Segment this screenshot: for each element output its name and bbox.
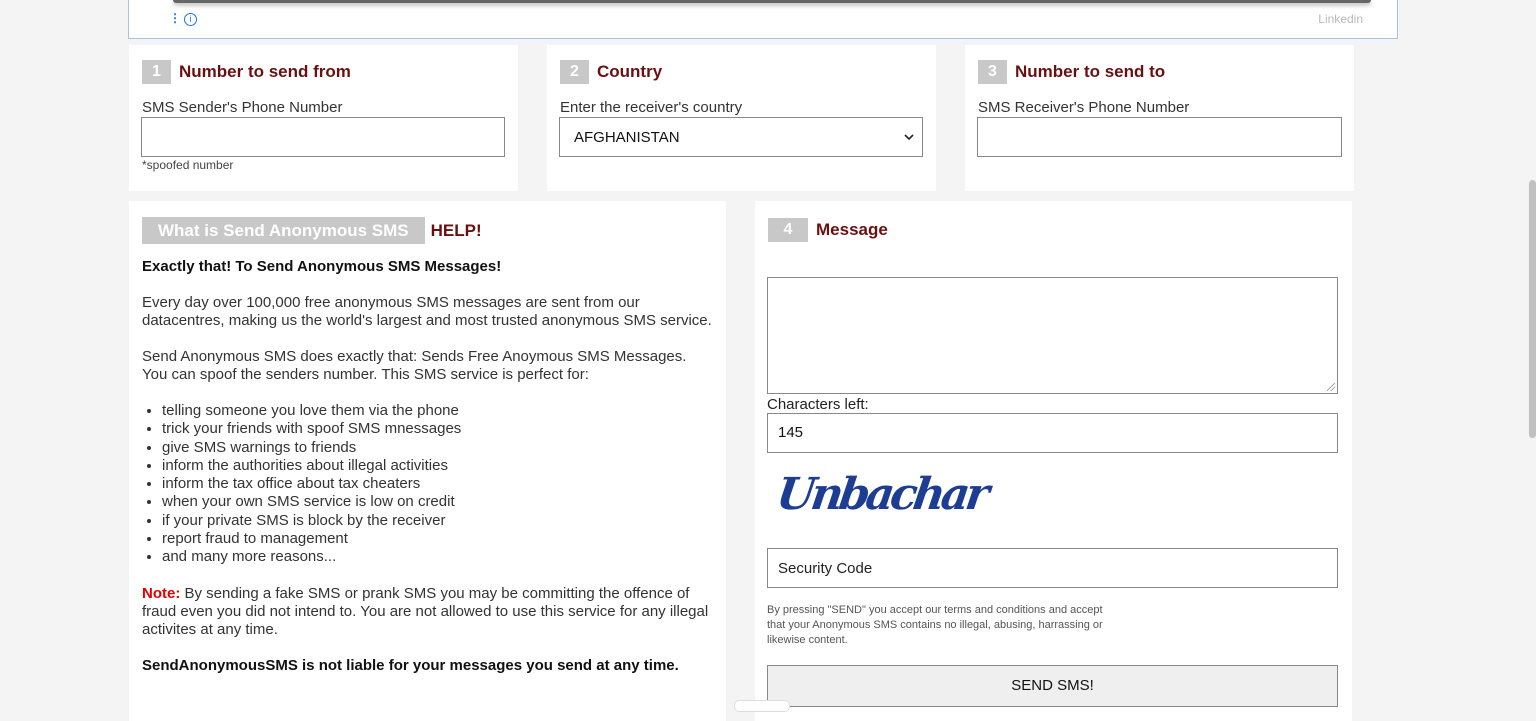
note-text: By sending a fake SMS or prank SMS you m… <box>142 584 709 638</box>
ad-linkedin-link[interactable]: Linkedin <box>1318 12 1363 26</box>
ad-shadow <box>173 0 1371 3</box>
info-heading: Exactly that! To Send Anonymous SMS Mess… <box>142 258 502 275</box>
step-2-title: Country <box>597 62 663 81</box>
send-sms-button[interactable]: SEND SMS! <box>767 665 1338 707</box>
spoofed-note: *spoofed number <box>142 158 234 172</box>
info-card: What is Send Anonymous SMS HELP! Exactly… <box>129 201 726 721</box>
note-label: Note: <box>142 584 181 602</box>
list-item: and many more reasons... <box>162 548 712 566</box>
security-code-input[interactable] <box>767 548 1338 588</box>
step-1-title: Number to send from <box>179 62 351 81</box>
receiver-card: 3 Number to send to SMS Receiver's Phone… <box>965 45 1354 191</box>
step-3-title: Number to send to <box>1015 62 1166 81</box>
country-label: Enter the receiver's country <box>560 99 743 116</box>
fraud-note: Note: By sending a fake SMS or prank SMS… <box>142 585 712 639</box>
help-link[interactable]: HELP! <box>431 221 482 241</box>
sender-label: SMS Sender's Phone Number <box>142 99 343 116</box>
sender-card: 1 Number to send from SMS Sender's Phone… <box>129 45 518 191</box>
list-item: trick your friends with spoof SMS mnessa… <box>162 420 712 438</box>
ad-choices[interactable]: ⋮ i <box>169 11 197 26</box>
captcha-image: Unbachar <box>773 469 989 520</box>
step-1-badge: 1 <box>142 60 171 84</box>
list-item: when your own SMS service is low on cred… <box>162 493 712 511</box>
step-4-title: Message <box>816 220 888 239</box>
chars-left-label: Characters left: <box>767 396 869 413</box>
info-para-2: Send Anonymous SMS does exactly that: Se… <box>142 348 687 383</box>
bottom-overlay-tab <box>734 700 790 712</box>
info-title: What is Send Anonymous SMS <box>142 217 425 244</box>
list-item: inform the authorities about illegal act… <box>162 457 712 475</box>
step-2-badge: 2 <box>560 60 589 84</box>
list-item: if your private SMS is block by the rece… <box>162 512 712 530</box>
reasons-list: telling someone you love them via the ph… <box>142 402 712 567</box>
country-card: 2 Country Enter the receiver's country A… <box>547 45 936 191</box>
list-item: report fraud to management <box>162 530 712 548</box>
list-item: give SMS warnings to friends <box>162 439 712 457</box>
terms-text: By pressing "SEND" you accept our terms … <box>767 604 1103 646</box>
resize-handle-icon[interactable] <box>1327 383 1335 391</box>
chars-left-field: 145 <box>767 413 1338 453</box>
country-select[interactable]: AFGHANISTAN <box>559 117 923 157</box>
step-3-badge: 3 <box>978 60 1007 84</box>
scrollbar-thumb[interactable] <box>1529 180 1536 438</box>
list-item: telling someone you love them via the ph… <box>162 402 712 420</box>
sender-phone-input[interactable] <box>141 117 505 157</box>
info-para-1: Every day over 100,000 free anonymous SM… <box>142 294 712 329</box>
more-vertical-icon[interactable]: ⋮ <box>169 11 181 25</box>
liability-disclaimer: SendAnonymousSMS is not liable for your … <box>142 656 679 674</box>
chars-left-value: 145 <box>778 424 804 441</box>
country-selected: AFGHANISTAN <box>574 128 680 146</box>
step-4-badge: 4 <box>768 218 808 242</box>
message-textarea[interactable] <box>767 277 1338 394</box>
list-item: inform the tax office about tax cheaters <box>162 475 712 493</box>
chevron-down-icon <box>904 133 914 140</box>
message-card: 4 Message Characters left: 145 Unbachar … <box>755 201 1352 721</box>
ad-banner: ⋮ i Linkedin <box>128 0 1398 39</box>
receiver-phone-input[interactable] <box>977 117 1342 157</box>
receiver-label: SMS Receiver's Phone Number <box>978 99 1190 116</box>
info-icon[interactable]: i <box>184 13 197 26</box>
